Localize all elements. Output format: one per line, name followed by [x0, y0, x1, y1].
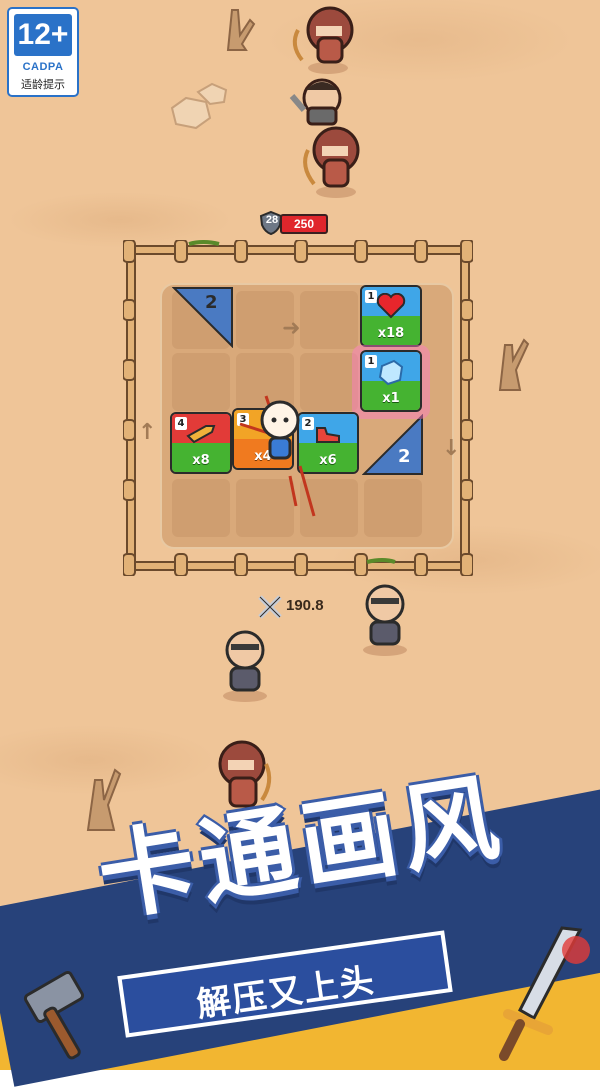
enemy-health-bar: 28 250	[258, 210, 328, 236]
grid-slot[interactable]	[300, 291, 358, 349]
grid-slot[interactable]	[172, 479, 230, 537]
bandit-enemy	[363, 584, 407, 656]
corner-tile-top-left[interactable]	[172, 286, 234, 348]
card-count: x8	[192, 453, 210, 468]
hero-archer	[239, 395, 316, 517]
corner-tile-right[interactable]	[362, 414, 424, 476]
bullet-icon	[172, 420, 230, 450]
hooded-archer-enemy	[292, 6, 354, 74]
card-count: x1	[382, 391, 400, 406]
enemy-group-middle	[223, 584, 407, 702]
arrow-down-icon: ↓	[442, 436, 461, 461]
hooded-archer-enemy	[303, 126, 360, 198]
enemy-group-top	[289, 6, 360, 198]
card-count: x18	[377, 326, 405, 341]
age-rating-org: CADPA	[22, 61, 64, 73]
ice-cube-icon	[362, 358, 420, 392]
age-rating-tip: 适龄提示	[21, 78, 65, 91]
rock-icon	[170, 82, 228, 130]
hp-value: 250	[280, 214, 328, 234]
age-rating-value: 12+	[14, 14, 72, 56]
bandit-enemy	[289, 78, 342, 126]
age-rating-badge: 12+ CADPA 适龄提示	[7, 7, 79, 97]
ice-card[interactable]: 1 x1	[360, 350, 422, 412]
sword-icon	[499, 926, 590, 1061]
heart-card[interactable]: 1 x18	[360, 285, 422, 347]
hammer-icon	[23, 970, 85, 1060]
corner-tile-value: 2	[205, 292, 218, 313]
bullet-card[interactable]: 4 x8	[170, 412, 232, 474]
arrow-right-icon: ➜	[282, 316, 301, 341]
heart-icon	[362, 292, 420, 325]
grid-slot[interactable]	[172, 353, 230, 411]
corner-tile-value: 2	[398, 446, 411, 467]
dead-tree-icon	[498, 338, 530, 391]
grid-slot[interactable]	[364, 479, 422, 537]
bandit-enemy	[223, 630, 267, 702]
dead-tree-icon	[226, 9, 256, 51]
arrow-up-icon: ↑	[138, 420, 157, 445]
